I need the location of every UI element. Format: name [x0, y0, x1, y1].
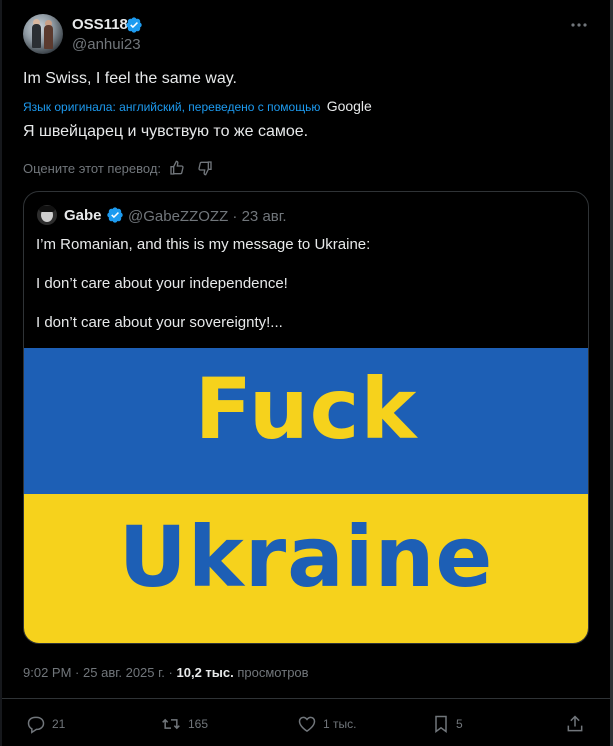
google-logo: Google: [326, 98, 372, 114]
quoted-text-line: I don’t care about your independence!: [36, 275, 288, 292]
repost-icon: [162, 718, 180, 730]
more-icon[interactable]: [568, 16, 590, 34]
author-display-name[interactable]: OSS118: [72, 16, 128, 33]
author-handle[interactable]: @anhui23: [72, 36, 141, 53]
quoted-image[interactable]: Fuck Ukraine: [24, 348, 588, 643]
verified-badge-icon: [107, 207, 123, 223]
thumbs-up-icon[interactable]: [169, 160, 185, 176]
image-text-top: Fuck: [194, 360, 418, 458]
frame-border-left: [0, 0, 2, 746]
avatar-figure: [44, 25, 53, 49]
translated-text: Я швейцарец и чувствую то же самое.: [23, 123, 309, 140]
translation-note[interactable]: Язык оригинала: английский, переведено с…: [23, 98, 372, 114]
translation-note-text: Язык оригинала: английский, переведено с…: [23, 100, 321, 114]
quoted-tweet[interactable]: Gabe @GabeZZOZZ · 23 авг. I’m Romanian, …: [23, 191, 589, 644]
post-time[interactable]: 9:02 PM: [23, 665, 71, 680]
like-button[interactable]: 1 тыс.: [297, 714, 356, 734]
bookmark-icon: [435, 715, 447, 733]
avatar-figure: [32, 24, 41, 48]
meta-separator: ·: [232, 208, 238, 225]
quoted-meta: @GabeZZOZZ · 23 авг.: [128, 208, 287, 225]
like-icon: [298, 716, 316, 732]
tweet-text: Im Swiss, I feel the same way.: [23, 70, 237, 87]
image-text-bottom: Ukraine: [118, 508, 494, 606]
divider: [2, 698, 610, 699]
reply-count: 21: [52, 717, 66, 731]
rate-translation-row: Оцените этот перевод:: [23, 160, 213, 176]
rate-translation-label: Оцените этот перевод:: [23, 160, 162, 176]
share-icon: [567, 715, 583, 732]
verified-badge-icon: [126, 17, 142, 33]
avatar-hat: [39, 206, 55, 212]
like-count: 1 тыс.: [323, 717, 357, 731]
post-date[interactable]: 25 авг. 2025 г.: [83, 665, 165, 680]
quoted-text-line: I don’t care about your sovereignty!...: [36, 314, 283, 331]
views-label: просмотров: [237, 665, 309, 680]
reply-button[interactable]: 21: [26, 714, 65, 734]
quoted-author-name[interactable]: Gabe: [64, 207, 102, 224]
reply-icon: [27, 716, 45, 734]
author-avatar[interactable]: [23, 14, 63, 54]
quoted-handle[interactable]: @GabeZZOZZ: [128, 208, 228, 225]
bookmark-button[interactable]: 5: [432, 714, 463, 734]
thumbs-down-icon[interactable]: [197, 160, 213, 176]
views-count: 10,2 тыс.: [176, 665, 234, 680]
quoted-text-line: I’m Romanian, and this is my message to …: [36, 236, 371, 253]
share-button[interactable]: [565, 714, 591, 734]
bookmark-count: 5: [456, 717, 463, 731]
quoted-date[interactable]: 23 авг.: [242, 208, 287, 225]
repost-count: 165: [188, 717, 209, 731]
timestamp-row: 9:02 PM · 25 авг. 2025 г. · 10,2 тыс. пр…: [23, 665, 309, 680]
quoted-author-avatar[interactable]: [37, 205, 57, 225]
repost-button[interactable]: 165: [160, 714, 208, 734]
